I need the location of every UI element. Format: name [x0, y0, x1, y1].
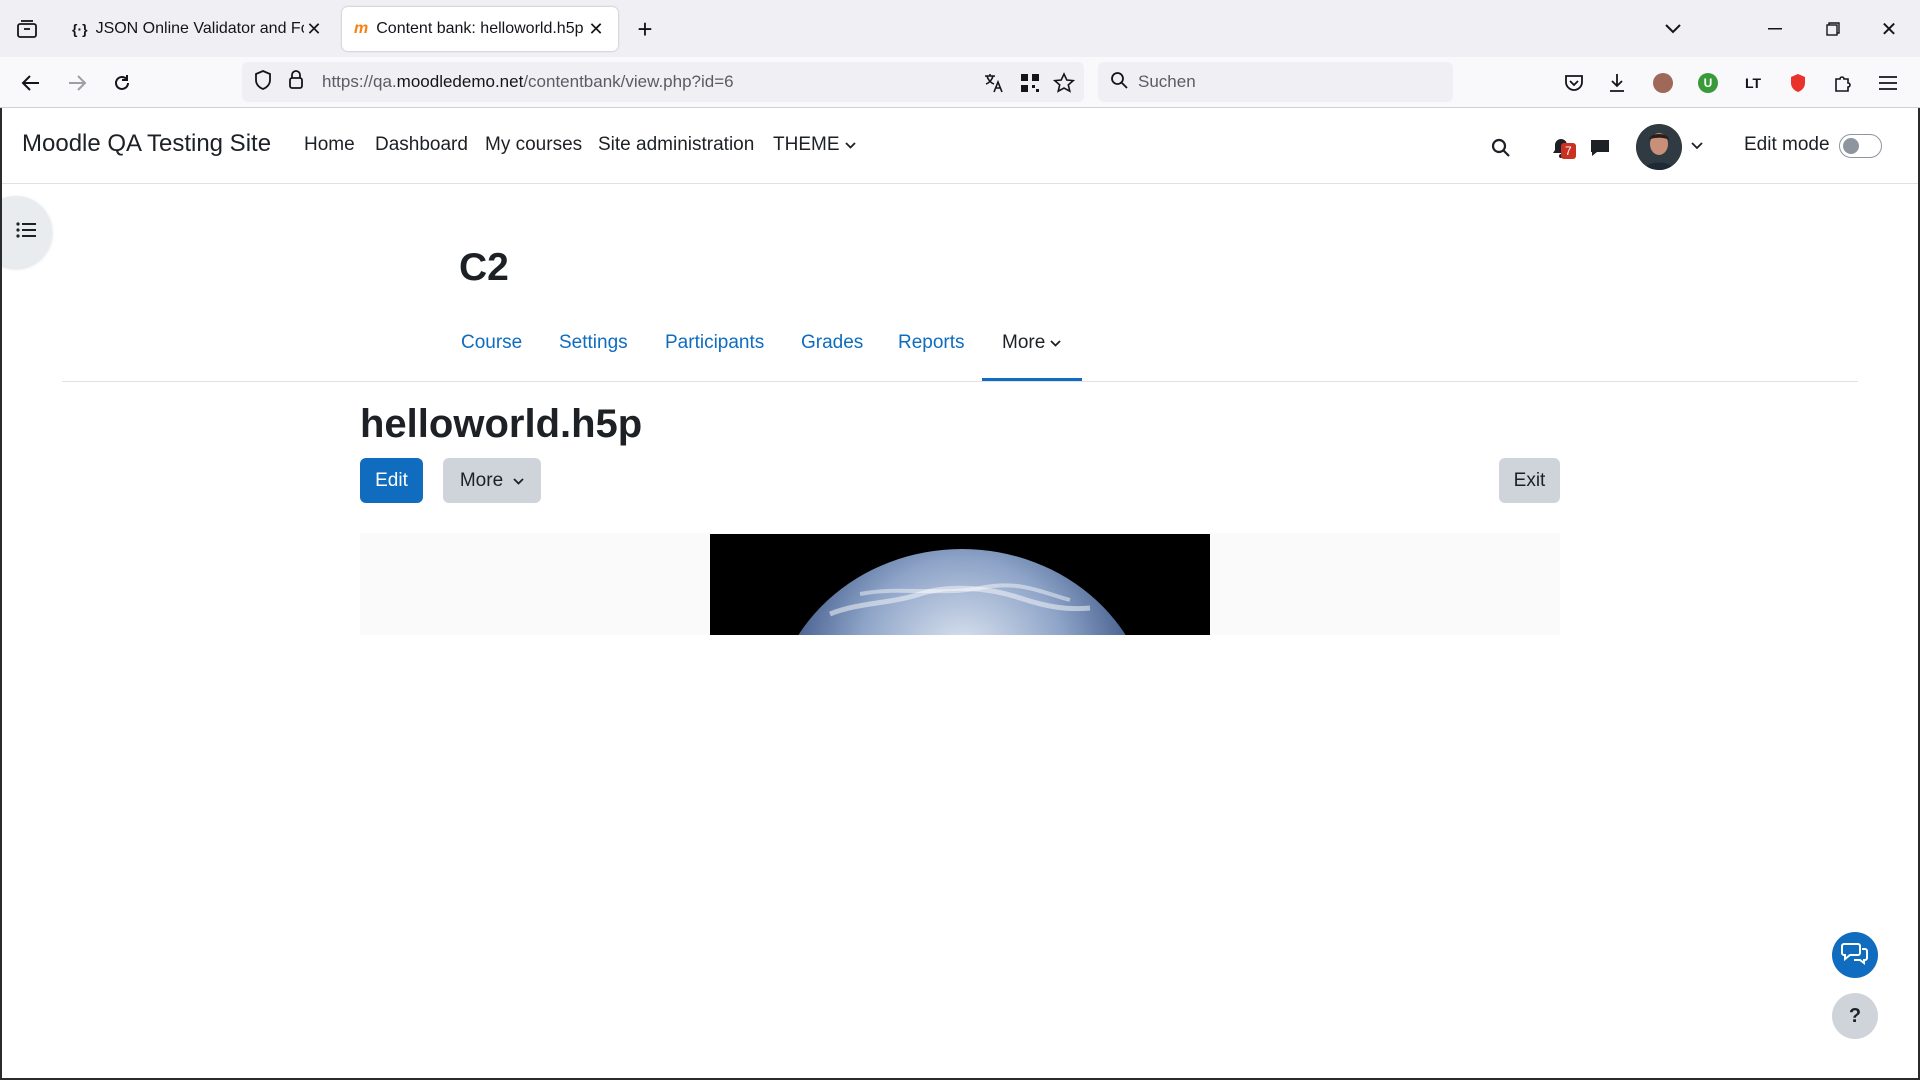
- json-brackets-icon: {·}: [72, 21, 88, 37]
- search-icon: [1110, 71, 1128, 94]
- nav-theme-label: THEME: [773, 134, 840, 155]
- translate-icon[interactable]: [980, 70, 1008, 96]
- more-dropdown-button[interactable]: More: [443, 458, 541, 503]
- languagetool-extension-icon[interactable]: LT: [1739, 70, 1767, 96]
- profile-extension-icon[interactable]: [1649, 70, 1677, 96]
- extensions-puzzle-icon[interactable]: [1829, 70, 1857, 96]
- tab-participants[interactable]: Participants: [665, 332, 764, 354]
- edit-button[interactable]: Edit: [360, 458, 423, 503]
- help-icon: ?: [1848, 1004, 1862, 1027]
- user-avatar[interactable]: [1636, 124, 1682, 170]
- list-all-tabs-icon[interactable]: [1658, 16, 1688, 42]
- search-icon[interactable]: [1486, 133, 1516, 163]
- download-icon[interactable]: [1603, 70, 1631, 96]
- shield-extension-icon[interactable]: [1784, 70, 1812, 96]
- url-text[interactable]: https://qa.moodledemo.net/contentbank/vi…: [322, 72, 734, 92]
- tab-more[interactable]: More: [1002, 332, 1061, 354]
- messages-icon[interactable]: [1585, 133, 1615, 163]
- nav-home[interactable]: Home: [304, 134, 355, 156]
- bookmark-star-icon[interactable]: [1050, 70, 1078, 96]
- notification-count-badge: 7: [1561, 143, 1576, 159]
- course-index-toggle[interactable]: [0, 196, 52, 268]
- new-tab-icon[interactable]: +: [630, 14, 660, 44]
- reload-icon[interactable]: [107, 68, 137, 98]
- hamburger-menu-icon[interactable]: [1874, 70, 1902, 96]
- browser-search-field[interactable]: Suchen: [1098, 62, 1453, 102]
- earth-image: [710, 534, 1210, 635]
- window-border-left: [0, 108, 2, 1080]
- forward-icon[interactable]: [62, 68, 92, 98]
- nav-divider: [62, 381, 1858, 382]
- tab-label: JSON Online Validator and Form: [95, 20, 304, 37]
- nav-dashboard[interactable]: Dashboard: [375, 134, 468, 156]
- edit-mode-toggle[interactable]: [1839, 134, 1882, 158]
- tab-content-bank[interactable]: m Content bank: helloworld.h5p | ✕: [342, 7, 618, 51]
- list-icon: [16, 221, 36, 243]
- tab-more-label: More: [1002, 332, 1046, 353]
- close-icon[interactable]: ✕: [586, 19, 606, 40]
- lock-icon[interactable]: [288, 69, 308, 95]
- moodle-navbar: [0, 108, 1920, 184]
- minimize-icon[interactable]: [1760, 14, 1790, 44]
- nav-theme-dropdown[interactable]: THEME: [773, 134, 856, 156]
- chevron-down-icon: [1050, 332, 1061, 354]
- chat-bubbles-icon: [1841, 941, 1869, 970]
- shield-icon[interactable]: [254, 69, 276, 95]
- toggle-knob: [1843, 138, 1859, 154]
- tab-settings[interactable]: Settings: [559, 332, 628, 354]
- close-icon[interactable]: ✕: [304, 19, 324, 40]
- chevron-down-icon: [513, 470, 524, 492]
- qr-code-icon[interactable]: [1016, 70, 1044, 96]
- help-button[interactable]: ?: [1832, 993, 1878, 1039]
- course-title: C2: [459, 246, 509, 289]
- content-title: helloworld.h5p: [360, 402, 643, 446]
- chat-button[interactable]: [1832, 932, 1878, 978]
- pocket-icon[interactable]: [1560, 70, 1588, 96]
- edit-mode-label: Edit mode: [1744, 134, 1830, 155]
- notifications-bell-icon[interactable]: 7: [1543, 133, 1579, 163]
- more-button-label: More: [459, 469, 504, 491]
- back-icon[interactable]: [16, 68, 46, 98]
- nav-site-administration[interactable]: Site administration: [598, 134, 754, 156]
- site-name[interactable]: Moodle QA Testing Site: [22, 130, 271, 158]
- restore-icon[interactable]: [1818, 14, 1848, 44]
- close-window-icon[interactable]: ✕: [1874, 14, 1904, 44]
- nav-my-courses[interactable]: My courses: [485, 134, 582, 156]
- tab-course[interactable]: Course: [461, 332, 522, 354]
- exit-button[interactable]: Exit: [1499, 458, 1560, 503]
- user-menu-chevron-down-icon[interactable]: [1688, 136, 1706, 156]
- tab-json-validator[interactable]: {·} JSON Online Validator and Form ✕: [60, 7, 336, 51]
- address-bar[interactable]: https://qa.moodledemo.net/contentbank/vi…: [242, 62, 1084, 102]
- ublock-extension-icon[interactable]: U: [1694, 70, 1722, 96]
- chevron-down-icon: [844, 134, 856, 156]
- tab-label: Content bank: helloworld.h5p |: [376, 20, 586, 37]
- search-placeholder: Suchen: [1138, 72, 1196, 91]
- tab-grades[interactable]: Grades: [801, 332, 863, 354]
- tab-list-icon[interactable]: [12, 16, 42, 42]
- tab-reports[interactable]: Reports: [898, 332, 965, 354]
- moodle-logo-icon: m: [354, 20, 369, 37]
